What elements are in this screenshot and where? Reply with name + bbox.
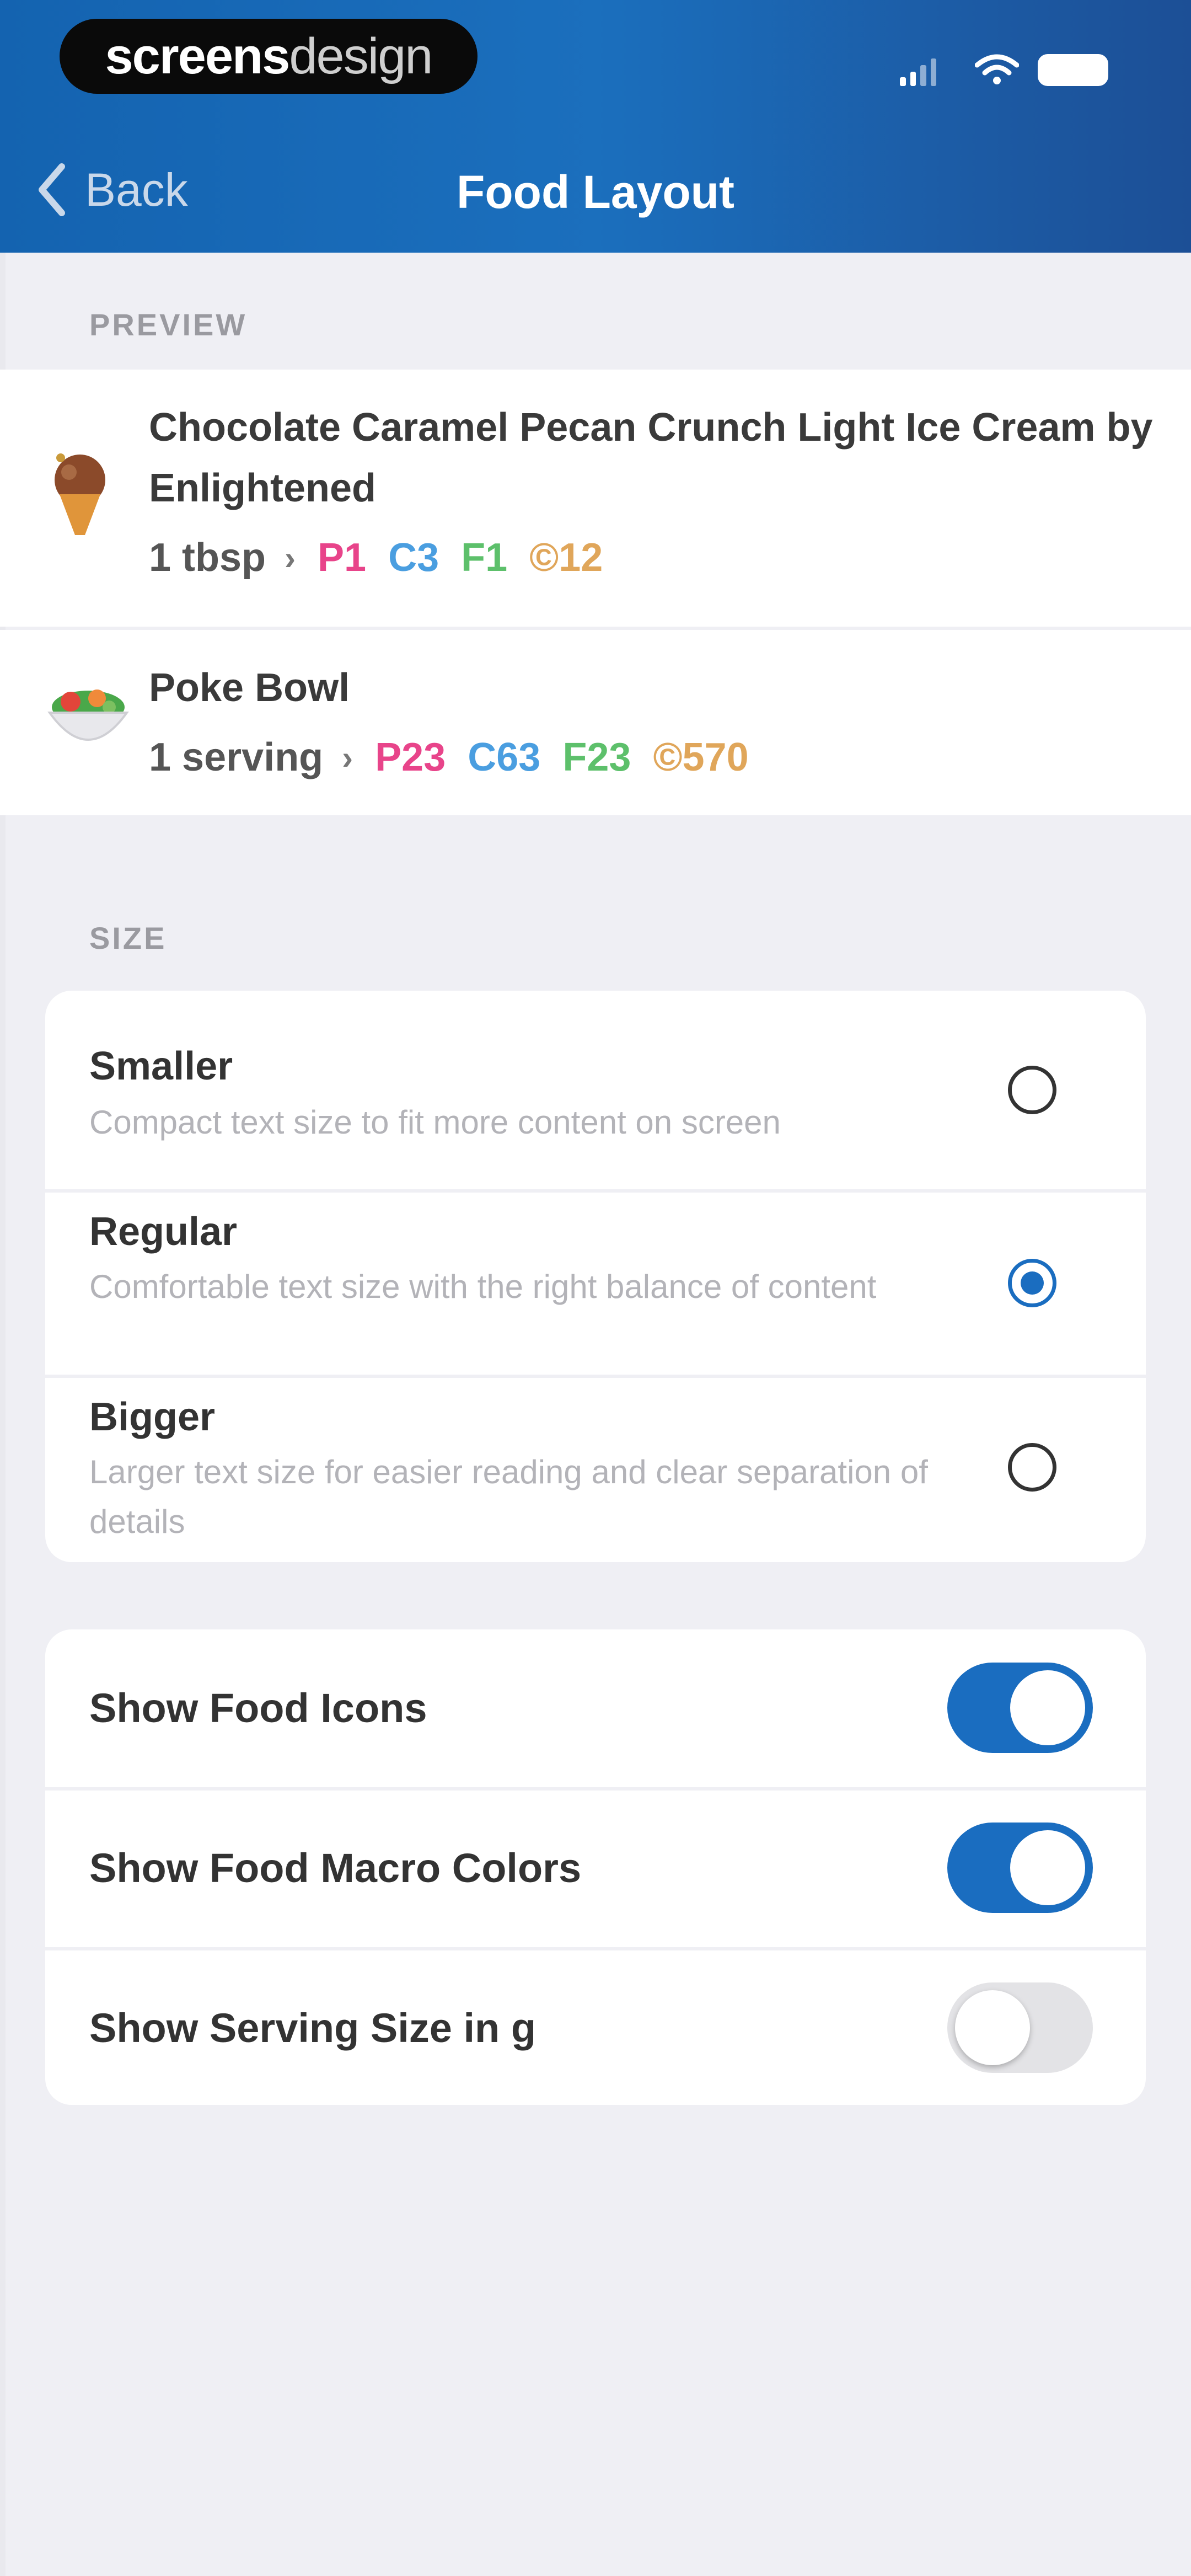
preview-section-label: PREVIEW [89,307,248,342]
size-option-description: Larger text size for easier reading and … [89,1453,928,1540]
size-section-label: SIZE [89,921,167,955]
food-name: Poke Bowl [149,666,350,710]
carbs-value: C63 [468,735,541,779]
calories-value: ©570 [653,735,749,779]
size-option-title: Smaller [89,1044,233,1088]
carbs-value: C3 [388,536,439,580]
toggle-knob [1010,1670,1085,1745]
toggle-label: Show Serving Size in g [89,2005,537,2051]
toggle-knob [1010,1830,1085,1905]
chevron-right-icon: › [285,539,296,576]
logo-text-screens: screens [105,28,291,84]
show-serving-size-g-toggle[interactable] [947,1982,1093,2073]
calories-value: ©12 [529,536,603,580]
radio-regular[interactable] [1008,1259,1056,1307]
preview-food-row: Chocolate Caramel Pecan Crunch Light Ice… [0,370,1191,627]
show-food-icons-toggle[interactable] [947,1663,1093,1753]
preview-food-row: Poke Bowl 1 serving › P23 C63 F23 ©570 [0,630,1191,815]
radio-bigger[interactable] [1008,1443,1056,1492]
display-options-card: Show Food Icons Show Food Macro Colors S… [45,1629,1146,2105]
serving-size: 1 serving [149,735,324,779]
toggle-row-food-icons: Show Food Icons [45,1629,1146,1787]
size-options-card: Smaller Compact text size to fit more co… [45,991,1146,1562]
toggle-row-serving-grams: Show Serving Size in g [45,1949,1146,2105]
wifi-icon [974,53,1020,86]
size-option-regular[interactable]: Regular Comfortable text size with the r… [45,1193,1146,1375]
screensdesign-logo: screens design [60,19,478,94]
food-name: Chocolate Caramel Pecan Crunch Light Ice… [149,405,1153,510]
logo-text-design: design [289,28,433,84]
protein-value: P23 [375,735,446,779]
battery-icon [1038,54,1108,86]
size-option-title: Regular [89,1210,238,1254]
size-option-smaller[interactable]: Smaller Compact text size to fit more co… [45,991,1146,1187]
fat-value: F1 [461,536,508,580]
serving-size: 1 tbsp [149,536,266,580]
ice-cream-icon [44,441,116,543]
toggle-label: Show Food Macro Colors [89,1845,582,1891]
size-option-title: Bigger [89,1395,216,1439]
food-meta: 1 tbsp › P1 C3 F1 ©12 [149,535,603,580]
size-option-description: Compact text size to fit more content on… [89,1104,781,1141]
page-title: Food Layout [457,166,734,218]
radio-smaller[interactable] [1008,1066,1056,1114]
show-macro-colors-toggle[interactable] [947,1823,1093,1913]
chevron-right-icon: › [342,739,353,776]
toggle-label: Show Food Icons [89,1685,427,1731]
size-option-bigger[interactable]: Bigger Larger text size for easier readi… [45,1378,1146,1562]
toggle-row-macro-colors: Show Food Macro Colors [45,1789,1146,1947]
salad-bowl-icon [44,673,132,758]
protein-value: P1 [318,536,367,580]
cellular-signal-icon [900,53,936,86]
fat-value: F23 [562,735,631,779]
toggle-knob [955,1990,1030,2065]
nav-header: screens design Back Food Layout [0,0,1191,253]
food-meta: 1 serving › P23 C63 F23 ©570 [149,735,749,780]
size-option-description: Comfortable text size with the right bal… [89,1268,877,1305]
